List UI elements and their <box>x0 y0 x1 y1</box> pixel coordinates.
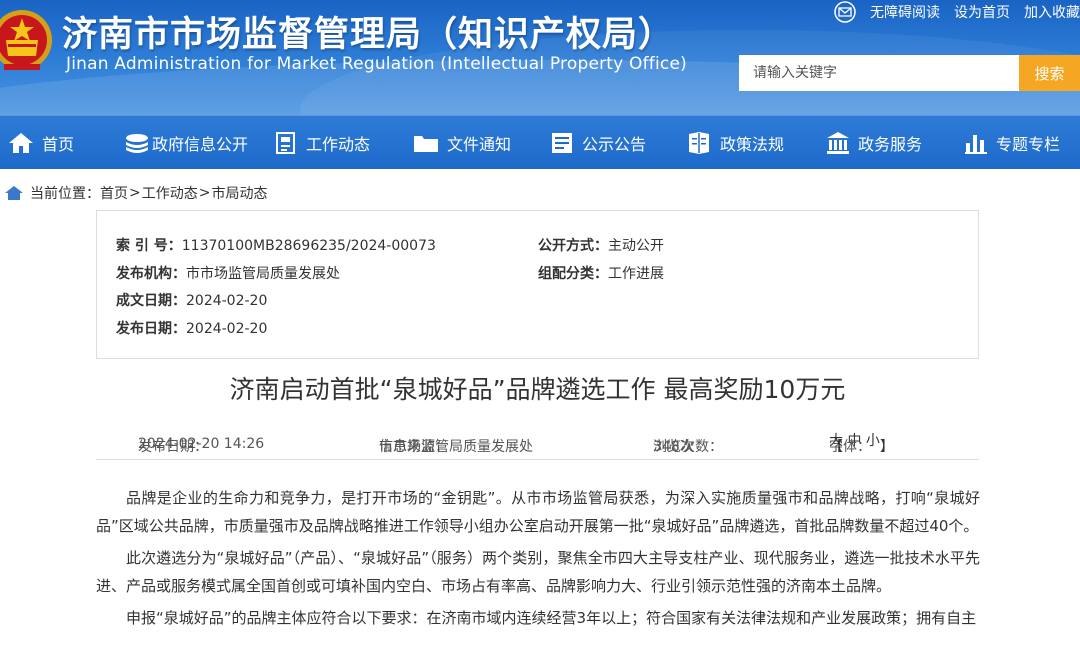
meta-category-label: 组配分类： <box>538 266 608 282</box>
view-count-value: 348次 <box>653 439 694 455</box>
nav-item-policies[interactable]: 政策法规 <box>686 116 784 170</box>
stack-icon <box>126 134 148 153</box>
meta-public: 公开方式：主动公开 <box>538 235 664 255</box>
meta-index-value: 11370100MB28696235/2024-00073 <box>181 238 436 254</box>
breadcrumb-separator: > <box>129 185 141 201</box>
main-nav: 首页 政府信息公开 工作动态 文件通知 公示公告 政策法规 政务服务 专题专栏 <box>0 115 1080 169</box>
nav-item-label: 政务服务 <box>858 135 923 154</box>
bar-chart-icon <box>965 135 987 154</box>
meta-published-value: 2024-02-20 <box>186 321 268 337</box>
search-button[interactable]: 搜索 <box>1019 55 1080 91</box>
nav-item-services[interactable]: 政务服务 <box>826 116 922 170</box>
nav-item-special-topics[interactable]: 专题专栏 <box>964 116 1060 170</box>
set-home-link[interactable]: 设为首页 <box>954 2 1010 22</box>
site-subtitle: Jinan Administration for Market Regulati… <box>66 54 687 74</box>
meta-org-value: 市市场监管局质量发展处 <box>186 266 340 282</box>
nav-item-documents[interactable]: 文件通知 <box>413 116 511 170</box>
font-size-controls: 字体：【大 中 小】 <box>829 430 894 455</box>
meta-created: 成文日期：2024-02-20 <box>116 290 267 310</box>
nav-item-home[interactable]: 首页 <box>8 116 74 170</box>
article-paragraph: 品牌是企业的生命力和竞争力，是打开市场的“金钥匙”。从市市场监管局获悉，为深入实… <box>96 489 980 535</box>
nav-item-label: 公示公告 <box>582 135 647 154</box>
document-icon <box>276 132 295 154</box>
nav-item-label: 政策法规 <box>720 135 785 154</box>
meta-category-value: 工作进展 <box>608 266 664 282</box>
meta-public-value: 主动公开 <box>608 238 664 254</box>
font-bracket-close: 】 <box>879 439 894 455</box>
site-header: 济南市市场监督管理局（知识产权局） Jinan Administration f… <box>0 0 1080 115</box>
meta-index: 索 引 号：11370100MB28696235/2024-00073 <box>116 235 436 255</box>
meta-category: 组配分类：工作进展 <box>538 263 664 283</box>
breadcrumb-prefix: 当前位置： <box>30 186 100 202</box>
breadcrumb: 当前位置： 首页 > 工作动态 > 市局动态 <box>0 183 267 203</box>
breadcrumb-link-home[interactable]: 首页 <box>100 183 128 203</box>
search-bar: 搜索 <box>739 55 1080 91</box>
document-meta-box: 索 引 号：11370100MB28696235/2024-00073 公开方式… <box>96 210 979 359</box>
meta-public-label: 公开方式： <box>538 238 608 254</box>
breadcrumb-link-work-news[interactable]: 工作动态 <box>142 183 198 203</box>
nav-item-gov-info[interactable]: 政府信息公开 <box>124 116 248 170</box>
accessibility-link[interactable]: 无障碍阅读 <box>870 2 940 22</box>
site-title: 济南市市场监督管理局（知识产权局） <box>62 15 675 55</box>
nav-item-label: 政府信息公开 <box>152 135 249 154</box>
nav-item-label: 文件通知 <box>447 135 512 154</box>
meta-published: 发布日期：2024-02-20 <box>116 318 267 338</box>
nav-item-notices[interactable]: 公示公告 <box>550 116 646 170</box>
national-emblem-icon <box>0 10 52 70</box>
favorite-link[interactable]: 加入收藏 <box>1024 2 1080 22</box>
article-paragraph: 此次遴选分为“泉城好品”（产品）、“泉城好品”（服务）两个类别，聚焦全市四大主导… <box>96 549 980 595</box>
publish-date-value: 2024-02-20 14:26 <box>138 436 265 452</box>
article-paragraph: 申报“泉城好品”的品牌主体应符合以下要求：在济南市域内连续经营3年以上；符合国家… <box>126 609 977 627</box>
folder-icon <box>414 136 438 152</box>
meta-created-label: 成文日期： <box>116 293 186 309</box>
breadcrumb-home-icon <box>5 186 23 200</box>
meta-org-label: 发布机构： <box>116 266 186 282</box>
article-body: 品牌是企业的生命力和竞争力，是打开市场的“金钥匙”。从市市场监管局获悉，为深入实… <box>96 484 980 636</box>
nav-item-label: 工作动态 <box>306 135 371 154</box>
building-icon <box>827 132 849 154</box>
meta-index-label: 索 引 号： <box>116 238 182 254</box>
accessibility-icon[interactable] <box>832 1 858 23</box>
meta-org: 发布机构：市市场监管局质量发展处 <box>116 263 340 283</box>
nav-item-work-news[interactable]: 工作动态 <box>274 116 370 170</box>
info-source-value: 市市场监管局质量发展处 <box>379 439 533 455</box>
article-info-bar: 发布日期： 2024-02-20 14:26 信息来源： 市市场监管局质量发展处 浏… <box>96 424 979 460</box>
article-title: 济南启动首批“泉城好品”品牌遴选工作 最高奖励10万元 <box>229 375 846 404</box>
notice-icon <box>552 133 572 153</box>
search-input[interactable] <box>739 55 1019 91</box>
law-icon <box>689 132 709 154</box>
home-icon <box>9 133 33 153</box>
meta-published-label: 发布日期： <box>116 321 186 337</box>
nav-item-label: 首页 <box>42 135 75 154</box>
breadcrumb-separator: > <box>198 185 211 201</box>
font-bracket-open: 【 <box>829 439 843 455</box>
breadcrumb-link-city-news[interactable]: 市局动态 <box>211 183 267 203</box>
nav-item-label: 专题专栏 <box>996 135 1061 154</box>
top-links: 无障碍阅读 设为首页 加入收藏 <box>832 0 1080 24</box>
meta-created-value: 2024-02-20 <box>186 293 268 309</box>
